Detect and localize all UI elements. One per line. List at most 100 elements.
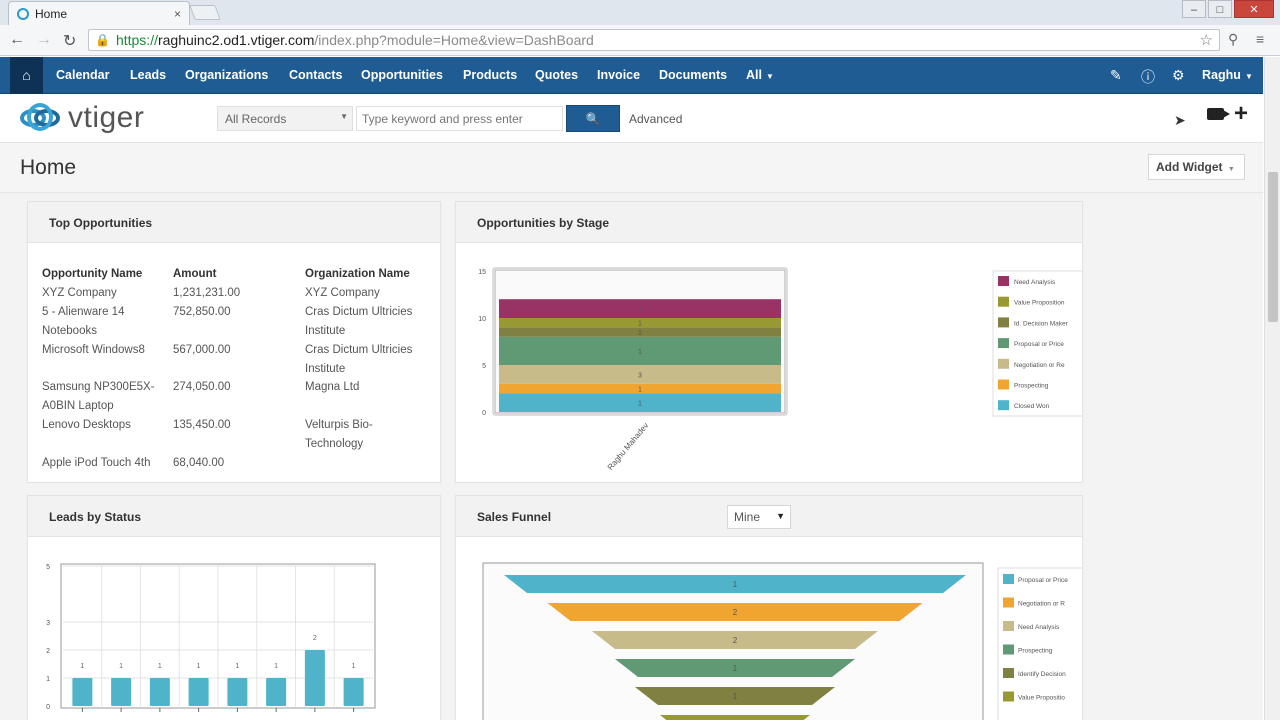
maximize-icon[interactable]: □ bbox=[1208, 0, 1232, 18]
segment-label: 1 bbox=[638, 330, 642, 337]
widget-title: Leads by Status bbox=[49, 510, 142, 524]
quick-create-plus-icon[interactable]: + bbox=[1234, 100, 1248, 128]
nav-opportunities[interactable]: Opportunities bbox=[361, 68, 443, 82]
legend-swatch bbox=[998, 338, 1009, 349]
nav-quotes[interactable]: Quotes bbox=[535, 68, 578, 82]
search-icon: 🔍 bbox=[585, 112, 601, 126]
funnel-stage-label: 1 bbox=[733, 580, 738, 589]
bar-value-label: 1 bbox=[80, 663, 84, 670]
y-tick-label: 10 bbox=[478, 316, 486, 323]
organization-link[interactable]: Cras Dictum Ultricies Institute bbox=[305, 341, 430, 378]
add-widget-caret-icon: ▼ bbox=[1227, 166, 1235, 173]
widget-title: Sales Funnel bbox=[477, 510, 552, 524]
legend-swatch bbox=[1003, 597, 1014, 608]
opportunity-link[interactable]: Samsung NP300E5X-A0BIN Laptop bbox=[42, 378, 160, 415]
page-title: Home bbox=[20, 156, 77, 179]
opportunity-link[interactable]: Microsoft Windows8 bbox=[42, 341, 162, 360]
y-tick-label: 5 bbox=[46, 564, 50, 571]
add-widget-label: Add Widget bbox=[1156, 160, 1223, 174]
user-caret-icon[interactable]: ▼ bbox=[1245, 72, 1253, 81]
info-icon[interactable]: ⓘ bbox=[1141, 67, 1155, 87]
nav-products[interactable]: Products bbox=[463, 68, 517, 82]
tab-title: Home bbox=[35, 6, 68, 21]
organization-link[interactable]: Cras Dictum Ultricies Institute bbox=[305, 303, 430, 340]
search-input[interactable] bbox=[356, 106, 563, 131]
status-bar bbox=[266, 678, 287, 706]
legend-swatch bbox=[1003, 574, 1014, 584]
column-header-opportunity: Opportunity Name bbox=[42, 268, 143, 280]
url-scheme: https:// bbox=[115, 32, 158, 48]
opportunity-link[interactable]: Apple iPod Touch 4th bbox=[42, 454, 162, 473]
y-tick-label: 3 bbox=[46, 620, 50, 627]
minimize-icon[interactable]: – bbox=[1182, 0, 1206, 18]
opportunity-link[interactable]: Lenovo Desktops bbox=[42, 416, 162, 435]
funnel-stage-label: 2 bbox=[733, 608, 738, 617]
funnel-stage-label: 1 bbox=[733, 692, 738, 701]
widget-leads-by-status: Leads by Status 0 1 2 3 5 1 1 1 1 1 1 2 1 bbox=[27, 495, 441, 720]
extension-icon[interactable]: ⚲ bbox=[1228, 31, 1238, 48]
nav-calendar[interactable]: Calendar bbox=[56, 68, 110, 82]
opportunity-link[interactable]: XYZ Company bbox=[42, 284, 162, 303]
y-tick-label: 15 bbox=[478, 269, 486, 276]
nav-all[interactable]: All bbox=[746, 68, 762, 82]
legend-label: Negotiation or R bbox=[1018, 601, 1065, 608]
forward-icon[interactable]: → bbox=[36, 31, 52, 49]
search-button[interactable]: 🔍 bbox=[566, 105, 620, 132]
chrome-menu-icon[interactable]: ≡ bbox=[1256, 31, 1264, 47]
opportunity-link[interactable]: 5 - Alienware 14 Notebooks bbox=[42, 303, 152, 340]
legend-label: Id. Decision Maker bbox=[1014, 320, 1069, 327]
search-scope-select[interactable]: All Records ▼ bbox=[217, 106, 353, 131]
amount-value: 567,000.00 bbox=[173, 344, 231, 356]
segment-label: 1 bbox=[638, 387, 642, 394]
nav-invoice[interactable]: Invoice bbox=[597, 68, 640, 82]
home-icon[interactable]: ⌂ bbox=[10, 57, 43, 94]
amount-value: 68,040.00 bbox=[173, 457, 225, 469]
y-tick-label: 1 bbox=[46, 676, 50, 683]
new-tab-button[interactable] bbox=[189, 5, 221, 20]
reload-icon[interactable]: ↻ bbox=[63, 31, 76, 51]
organization-link[interactable]: Velturpis Bio-Technology bbox=[305, 416, 405, 453]
nav-organizations[interactable]: Organizations bbox=[185, 68, 268, 82]
legend-swatch bbox=[998, 317, 1009, 328]
funnel-filter-select[interactable]: Mine ▼ bbox=[727, 505, 791, 529]
legend-swatch bbox=[1003, 621, 1014, 631]
user-menu[interactable]: Raghu bbox=[1202, 68, 1241, 82]
browser-tabstrip: Home × – □ ✕ bbox=[0, 0, 1280, 25]
gear-icon[interactable]: ⚙ bbox=[1172, 67, 1185, 84]
widget-opportunities-by-stage: Opportunities by Stage 0 5 10 15 1 1 3 1 1 1 1 Ragh… bbox=[455, 201, 1083, 483]
nav-all-caret-icon[interactable]: ▼ bbox=[766, 72, 774, 81]
browser-tab[interactable]: Home × bbox=[8, 1, 190, 25]
nav-documents[interactable]: Documents bbox=[659, 68, 727, 82]
back-icon[interactable]: ← bbox=[9, 31, 25, 49]
address-bar[interactable]: 🔒 https:// raghuinc2.od1.vtiger.com /ind… bbox=[88, 29, 1220, 51]
nav-contacts[interactable]: Contacts bbox=[289, 68, 342, 82]
legend-swatch bbox=[1003, 691, 1014, 702]
page-header: Home Add Widget ▼ bbox=[0, 143, 1263, 193]
status-bar bbox=[343, 678, 364, 706]
vtiger-logo[interactable]: vtiger bbox=[20, 101, 144, 135]
page-scrollbar[interactable] bbox=[1264, 57, 1280, 720]
legend-label: Proposal or Price bbox=[1018, 577, 1068, 584]
window-close-icon[interactable]: ✕ bbox=[1234, 0, 1274, 18]
add-widget-button[interactable]: Add Widget ▼ bbox=[1148, 154, 1245, 180]
dashboard-area: Top Opportunities Opportunity Name Amoun… bbox=[0, 193, 1263, 720]
search-scope-value: All Records bbox=[225, 112, 287, 126]
segment-label: 1 bbox=[638, 401, 642, 408]
leads-by-status-chart: 0 1 2 3 5 1 1 1 1 1 1 2 1 bbox=[46, 563, 376, 712]
bookmark-star-icon[interactable]: ☆ bbox=[1200, 31, 1213, 49]
bar-value-label: 1 bbox=[352, 663, 356, 670]
status-bar bbox=[227, 678, 248, 706]
amount-value: 135,450.00 bbox=[173, 419, 231, 431]
advanced-search-link[interactable]: Advanced bbox=[629, 112, 682, 126]
pencil-icon[interactable]: ✎ bbox=[1110, 67, 1122, 84]
organization-link[interactable]: Magna Ltd bbox=[305, 378, 430, 397]
search-header: vtiger All Records ▼ 🔍 Advanced ➤ + bbox=[0, 94, 1263, 143]
legend-label: Need Analysis bbox=[1014, 279, 1056, 286]
organization-link[interactable]: XYZ Company bbox=[305, 284, 430, 303]
nav-leads[interactable]: Leads bbox=[130, 68, 166, 82]
legend-label: Need Analysis bbox=[1018, 624, 1060, 631]
video-camera-icon[interactable] bbox=[1207, 108, 1230, 120]
scrollbar-thumb[interactable] bbox=[1268, 172, 1278, 322]
y-tick-label: 0 bbox=[482, 410, 486, 417]
tab-close-icon[interactable]: × bbox=[174, 7, 181, 21]
